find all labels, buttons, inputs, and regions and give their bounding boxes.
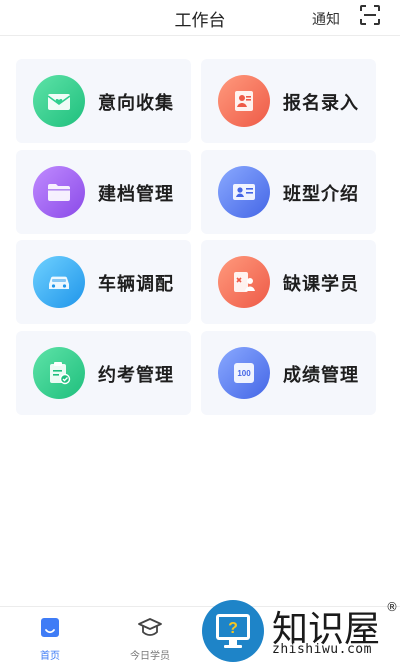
card-label: 车辆调配 [98, 274, 174, 295]
top-bar: 工作台 通知 [0, 0, 400, 36]
watermark-logo: ? 知识屋 zhishiwu.com ® [200, 598, 400, 666]
card-label: 报名录入 [283, 93, 359, 114]
card-label: 意向收集 [98, 93, 174, 114]
card-label: 缺课学员 [283, 274, 359, 295]
tab-today-students[interactable]: 今日学员 [110, 615, 190, 662]
card-file-management[interactable]: 建档管理 [16, 150, 191, 234]
tab-label: 今日学员 [130, 651, 170, 662]
tab-label: 首页 [40, 651, 60, 662]
profile-card-icon [218, 75, 270, 127]
clipboard-check-icon [33, 347, 85, 399]
card-label: 成绩管理 [283, 365, 359, 386]
card-label: 班型介绍 [283, 184, 359, 205]
card-label: 建档管理 [98, 184, 174, 205]
car-icon [33, 256, 85, 308]
folder-icon [33, 166, 85, 218]
card-enrollment-entry[interactable]: 报名录入 [201, 59, 376, 143]
watermark-domain: zhishiwu.com [272, 642, 372, 657]
page-title: 工作台 [174, 11, 226, 31]
card-label: 约考管理 [98, 365, 174, 386]
card-exam-booking[interactable]: 约考管理 [16, 331, 191, 415]
svg-text:100: 100 [237, 369, 251, 378]
envelope-heart-icon [33, 75, 85, 127]
card-score-management[interactable]: 100 成绩管理 [201, 331, 376, 415]
student-absent-icon [218, 256, 270, 308]
home-icon [41, 618, 59, 637]
score-100-icon: 100 [218, 347, 270, 399]
scan-icon[interactable] [358, 3, 382, 27]
card-vehicle-dispatch[interactable]: 车辆调配 [16, 240, 191, 324]
svg-text:?: ? [228, 620, 238, 637]
id-card-icon [218, 166, 270, 218]
watermark-monitor-icon: ? [202, 600, 264, 662]
card-absent-students[interactable]: 缺课学员 [201, 240, 376, 324]
watermark-registered: ® [386, 600, 398, 614]
graduation-cap-icon [138, 618, 162, 636]
tab-home[interactable]: 首页 [10, 615, 90, 662]
card-class-intro[interactable]: 班型介绍 [201, 150, 376, 234]
card-intent-collection[interactable]: 意向收集 [16, 59, 191, 143]
notify-button[interactable]: 通知 [312, 9, 340, 29]
